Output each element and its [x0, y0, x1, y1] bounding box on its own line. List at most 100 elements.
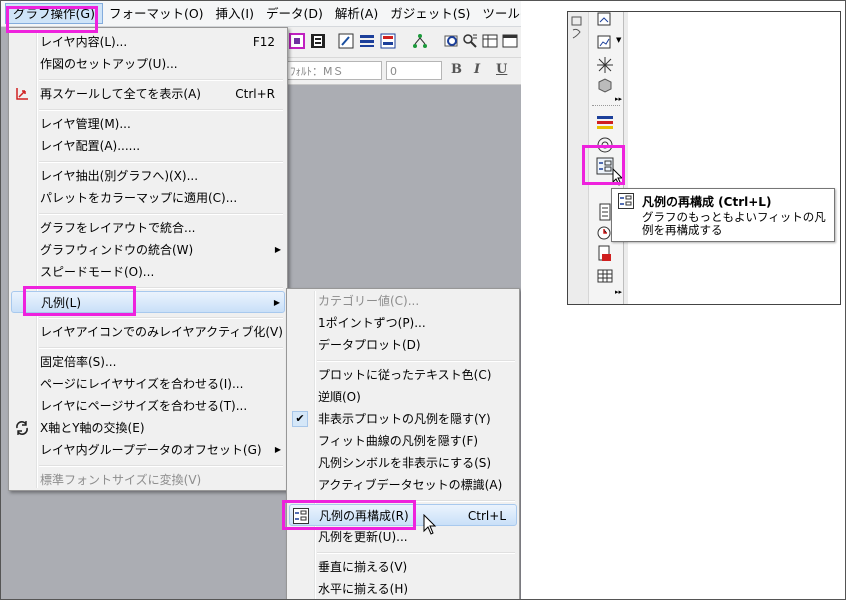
menu-item-rescale[interactable]: 再スケールして全てを表示(A) Ctrl+R — [11, 83, 285, 105]
menu-item-one-point-each[interactable]: 1ポイントずつ(P)... — [289, 312, 517, 334]
rescale-icon — [16, 88, 28, 100]
menu-separator — [317, 500, 515, 502]
menu-separator — [39, 347, 283, 349]
tooltip-description: グラフのもっともよいフィットの凡例を再構成する — [642, 210, 826, 237]
resize-arrows-icon[interactable] — [596, 56, 614, 74]
menu-item-speed-mode[interactable]: スピードモード(O)... — [11, 261, 285, 283]
menu-separator — [39, 161, 283, 163]
mouse-cursor-icon — [612, 168, 624, 186]
menu-item-reverse-order[interactable]: 逆順(O) — [289, 386, 517, 408]
magnifier-icon[interactable] — [462, 33, 478, 49]
toolbar-grip — [592, 105, 620, 106]
tooltip-title: 凡例の再構成 (Ctrl+L) — [642, 195, 772, 209]
menu-item-reconstruct-legend[interactable]: 凡例の再構成(R) Ctrl+L — [289, 504, 517, 526]
dropdown-arrow-icon[interactable]: ▼ — [616, 36, 621, 44]
font-size-select[interactable]: 0 — [386, 61, 442, 80]
table-view-icon[interactable] — [482, 33, 498, 49]
checkmark-icon: ✔ — [292, 411, 308, 427]
reconstruct-legend-icon — [293, 508, 309, 524]
tree-icon[interactable] — [412, 33, 428, 49]
menu-item-merge-graph-windows[interactable]: グラフウィンドウの統合(W) ▶ — [11, 239, 285, 261]
menu-item-text-color-follow-plot[interactable]: プロットに従ったテキスト色(C) — [289, 364, 517, 386]
image-icon[interactable] — [596, 12, 614, 30]
menu-separator — [39, 465, 283, 467]
menu-item-update-legend[interactable]: 凡例を更新(U)... — [289, 526, 517, 548]
italic-button[interactable]: I — [474, 62, 480, 77]
grid-layout-icon[interactable] — [380, 33, 396, 49]
menu-item-fit-layer-to-page[interactable]: ページにレイヤサイズを合わせる(I)... — [11, 373, 285, 395]
reconstruct-legend-icon — [618, 193, 634, 209]
layer-icon[interactable] — [289, 33, 305, 49]
menu-format[interactable]: フォーマット(O) — [103, 3, 210, 24]
app-window: グラフ操作(G) フォーマット(O) 挿入(I) データ(D) 解析(A) ガジ… — [1, 1, 521, 599]
menu-item-legend[interactable]: 凡例(L) ▶ — [11, 291, 285, 313]
screenshot-frame: グラフ操作(G) フォーマット(O) 挿入(I) データ(D) 解析(A) ガジ… — [0, 0, 846, 600]
menu-insert[interactable]: 挿入(I) — [210, 3, 260, 24]
menu-separator — [39, 287, 283, 289]
menu-item-merge-to-layout[interactable]: グラフをレイアウトで統合... — [11, 217, 285, 239]
expand-chevron-icon[interactable]: ▸▸ — [615, 95, 622, 103]
menu-gadgets[interactable]: ガジェット(S) — [384, 3, 476, 24]
menu-separator — [317, 360, 515, 362]
expand-chevron-icon[interactable]: ▸▸ — [615, 288, 622, 296]
menu-tools[interactable]: ツール(T) — [476, 3, 521, 24]
submenu-arrow-icon: ▶ — [274, 445, 281, 454]
zoom-image-icon[interactable] — [444, 33, 460, 49]
menu-item-extract-layers[interactable]: レイヤ抽出(別グラフへ)(X)... — [11, 165, 285, 187]
mouse-cursor-icon — [423, 514, 437, 535]
bold-button[interactable]: B — [451, 62, 462, 77]
cube-icon[interactable] — [596, 76, 614, 94]
menu-item-group-offset[interactable]: レイヤ内グループデータのオフセット(G) ▶ — [11, 439, 285, 461]
menu-item-fit-page-to-layer[interactable]: レイヤにページサイズを合わせる(T)... — [11, 395, 285, 417]
menu-item-layer-arrangement[interactable]: レイヤ配置(A)...... — [11, 135, 285, 157]
dock-handle-icon — [571, 16, 582, 39]
edit-icon[interactable] — [338, 33, 354, 49]
toolbar-dock: ▼ ▸▸ ▸▸ — [568, 12, 628, 304]
menu-bar: グラフ操作(G) フォーマット(O) 挿入(I) データ(D) 解析(A) ガジ… — [1, 1, 521, 27]
swap-axes-icon — [16, 421, 28, 435]
page-red-icon[interactable] — [596, 245, 614, 263]
menu-item-swap-xy[interactable]: X軸とY軸の交換(E) — [11, 417, 285, 439]
menu-item-activate-by-icon[interactable]: レイヤアイコンでのみレイヤアクティブ化(V) — [11, 321, 285, 343]
format-toolbar: ﾌｫﾙﾄ：MＳ 0 B I U — [286, 58, 521, 85]
menu-item-fixed-scale[interactable]: 固定倍率(S)... — [11, 351, 285, 373]
submenu-arrow-icon: ▶ — [273, 298, 280, 307]
vertical-toolbar-panel: ▼ ▸▸ ▸▸ — [567, 11, 841, 305]
menu-separator — [39, 213, 283, 215]
submenu-arrow-icon: ▶ — [274, 245, 281, 254]
menu-item-data-plot[interactable]: データプロット(D) — [289, 334, 517, 356]
menu-item-align-horizontal[interactable]: 水平に揃える(H) — [289, 578, 517, 599]
graph-menu: レイヤ内容(L)... F12 作図のセットアップ(U)... 再スケールして全て… — [8, 27, 288, 491]
font-name-select[interactable]: ﾌｫﾙﾄ：MＳ — [286, 61, 382, 80]
vertical-toolbar: ▼ ▸▸ ▸▸ — [588, 12, 624, 304]
align-lines-icon[interactable] — [359, 33, 375, 49]
calendar-icon[interactable] — [502, 33, 518, 49]
menu-item-hide-hidden-plots[interactable]: ✔ 非表示プロットの凡例を隠す(Y) — [289, 408, 517, 430]
menu-item-category-values: カテゴリー値(C)... — [318, 294, 420, 308]
grid-table-icon[interactable] — [596, 267, 614, 285]
menu-item-plot-setup[interactable]: 作図のセットアップ(U)... — [11, 53, 285, 75]
menu-item-align-vertical[interactable]: 垂直に揃える(V) — [289, 556, 517, 578]
tooltip: 凡例の再構成 (Ctrl+L) グラフのもっともよいフィットの凡例を再構成する — [611, 188, 835, 242]
menu-item-apply-palette[interactable]: パレットをカラーマップに適用(C)... — [11, 187, 285, 209]
chart-image-icon[interactable] — [596, 34, 614, 52]
menu-analysis[interactable]: 解析(A) — [329, 3, 384, 24]
menu-item-active-dataset-indicator[interactable]: アクティブデータセットの標識(A) — [289, 474, 517, 496]
menu-graph[interactable]: グラフ操作(G) — [5, 3, 103, 24]
menu-separator — [39, 317, 283, 319]
menu-item-convert-font-size: 標準フォントサイズに変換(V) — [40, 473, 202, 487]
underline-button[interactable]: U — [496, 62, 507, 77]
menu-item-hide-fit-curves[interactable]: フィット曲線の凡例を隠す(F) — [289, 430, 517, 452]
menu-item-layer-management[interactable]: レイヤ管理(M)... — [11, 113, 285, 135]
target-icon[interactable] — [596, 136, 614, 154]
standard-toolbar — [286, 27, 521, 58]
legend-submenu: カテゴリー値(C)... 1ポイントずつ(P)... データプロット(D) プロ… — [286, 288, 520, 599]
menu-separator — [317, 552, 515, 554]
menu-separator — [39, 109, 283, 111]
menu-data[interactable]: データ(D) — [260, 3, 329, 24]
menu-item-hide-legend-symbols[interactable]: 凡例シンボルを非表示にする(S) — [289, 452, 517, 474]
menu-separator — [39, 79, 283, 81]
menu-item-layer-contents[interactable]: レイヤ内容(L)... F12 — [11, 31, 285, 53]
color-lines-icon[interactable] — [596, 114, 614, 132]
film-strip-icon[interactable] — [310, 33, 326, 49]
